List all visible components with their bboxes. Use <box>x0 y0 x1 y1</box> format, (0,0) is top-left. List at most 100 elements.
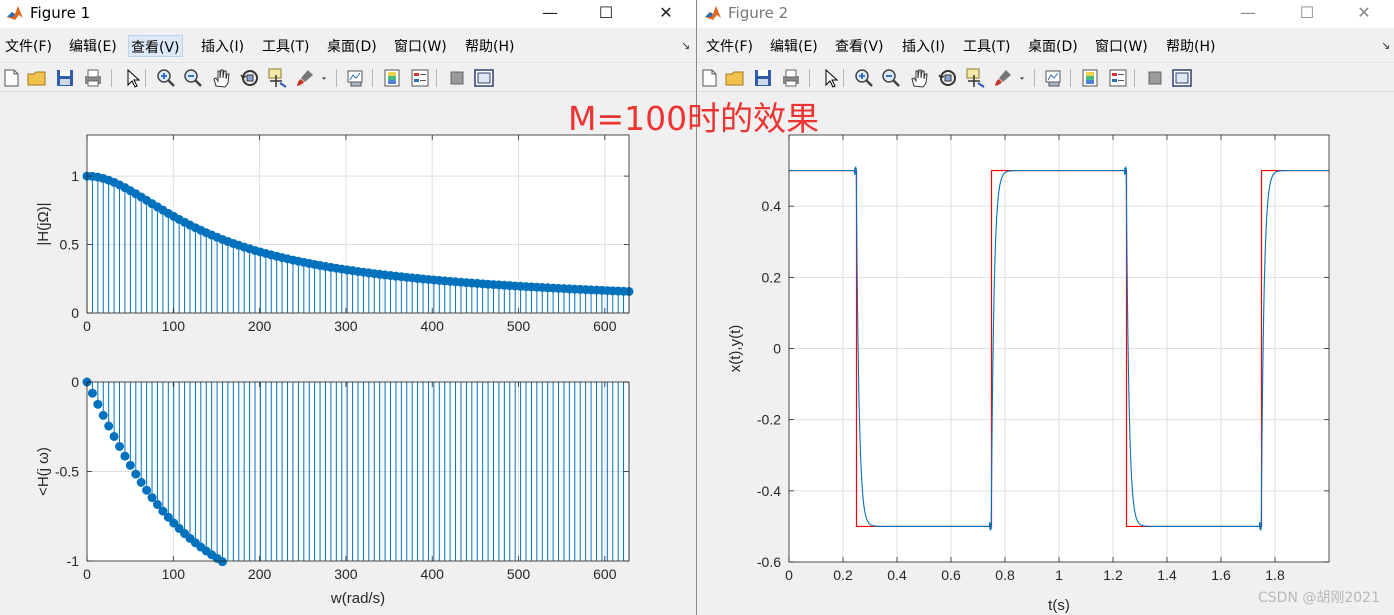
menu-insert[interactable]: 插入(I) <box>900 35 947 57</box>
x-tick-label: 200 <box>248 318 272 334</box>
x-tick-label: 0.2 <box>833 567 853 583</box>
new-figure-icon[interactable] <box>698 67 720 89</box>
stem-marker <box>131 469 141 479</box>
menu-tools[interactable]: 工具(T) <box>260 35 311 57</box>
toolbar-separator <box>436 69 437 87</box>
figure-1-canvas[interactable]: 0 100 200 300 400 500 600 0 0.5 1 |H(jΩ)| 0 100 200 30… <box>0 93 697 615</box>
menu-bar: 文件(F) 编辑(E) 查看(V) 插入(I) 工具(T) 桌面(D) 窗口(W… <box>698 32 1394 58</box>
menu-tools[interactable]: 工具(T) <box>961 35 1012 57</box>
print-icon[interactable] <box>82 67 104 89</box>
rotate-3d-icon[interactable] <box>239 67 261 89</box>
x-tick-label: 300 <box>334 566 358 582</box>
y-tick-label: 0 <box>773 341 781 357</box>
data-cursor-icon[interactable] <box>266 67 288 89</box>
toolbar-separator <box>843 69 844 87</box>
x-axis-label: t(s) <box>1048 597 1070 614</box>
x-tick-label: 1.8 <box>1265 567 1285 583</box>
toolbar-separator <box>1034 69 1035 87</box>
stem-marker <box>109 431 119 441</box>
legend-icon[interactable] <box>409 67 431 89</box>
figure-toolbar <box>698 62 1394 92</box>
menu-file[interactable]: 文件(F) <box>3 35 54 57</box>
new-figure-icon[interactable] <box>0 67 22 89</box>
brush-dropdown-icon[interactable] <box>1016 67 1028 89</box>
pointer-icon[interactable] <box>819 67 841 89</box>
matlab-logo-icon <box>6 4 24 22</box>
x-tick-label: 300 <box>334 318 358 334</box>
stem-marker <box>218 557 227 567</box>
pointer-icon[interactable] <box>121 67 143 89</box>
link-plot-icon[interactable] <box>1043 67 1065 89</box>
zoom-out-icon[interactable] <box>182 67 204 89</box>
stem-marker <box>136 477 146 487</box>
hide-plot-tools-icon[interactable] <box>446 67 468 89</box>
minimize-button[interactable]: — <box>1224 0 1272 28</box>
menu-help[interactable]: 帮助(H) <box>1164 35 1217 57</box>
menu-view[interactable]: 查看(V) <box>833 35 886 57</box>
figure-2-canvas[interactable]: 0 0.2 0.4 0.6 0.8 1 1.2 1.4 1.6 1.8 -0.6 -0.4 -0.2 0 0… <box>698 93 1394 615</box>
menu-desktop[interactable]: 桌面(D) <box>325 35 379 57</box>
title-bar[interactable]: Figure 2 — ☐ ✕ <box>698 0 1394 28</box>
window-title: Figure 2 <box>728 4 789 22</box>
open-icon[interactable] <box>724 67 746 89</box>
x-tick-label: 0 <box>83 566 91 582</box>
colorbar-icon[interactable] <box>381 67 403 89</box>
pan-icon[interactable] <box>908 67 930 89</box>
x-tick-label: 500 <box>507 318 531 334</box>
link-plot-icon[interactable] <box>345 67 367 89</box>
rotate-3d-icon[interactable] <box>937 67 959 89</box>
menu-edit[interactable]: 编辑(E) <box>768 35 820 57</box>
y-tick-label: -1 <box>67 553 80 569</box>
minimize-button[interactable]: — <box>526 0 574 28</box>
legend-icon[interactable] <box>1107 67 1129 89</box>
show-plot-tools-icon[interactable] <box>473 67 495 89</box>
menu-edit[interactable]: 编辑(E) <box>67 35 119 57</box>
brush-icon[interactable] <box>992 67 1014 89</box>
show-plot-tools-icon[interactable] <box>1171 67 1193 89</box>
y-tick-label: -0.2 <box>757 412 781 428</box>
zoom-in-icon[interactable] <box>853 67 875 89</box>
brush-dropdown-icon[interactable] <box>318 67 330 89</box>
x-tick-label: 0 <box>785 567 793 583</box>
y-axis-label: |H(jΩ)| <box>35 202 52 245</box>
save-icon[interactable] <box>752 67 774 89</box>
x-tick-label: 1.2 <box>1103 567 1123 583</box>
close-button[interactable]: ✕ <box>1340 0 1388 28</box>
x-tick-label: 1 <box>1055 567 1063 583</box>
zoom-out-icon[interactable] <box>880 67 902 89</box>
toolbar-separator <box>1070 69 1071 87</box>
menu-view[interactable]: 查看(V) <box>128 35 183 57</box>
stem-marker <box>142 485 152 495</box>
dock-arrow-icon[interactable]: ↘ <box>681 39 690 52</box>
close-button[interactable]: ✕ <box>642 0 690 28</box>
print-icon[interactable] <box>780 67 802 89</box>
brush-icon[interactable] <box>294 67 316 89</box>
open-icon[interactable] <box>26 67 48 89</box>
menu-file[interactable]: 文件(F) <box>704 35 755 57</box>
x-tick-label: 0.6 <box>941 567 961 583</box>
maximize-button[interactable]: ☐ <box>1283 0 1331 28</box>
pan-icon[interactable] <box>210 67 232 89</box>
stem-marker <box>115 442 125 452</box>
x-tick-label: 400 <box>421 318 445 334</box>
title-bar[interactable]: Figure 1 — ☐ ✕ <box>0 0 696 28</box>
toolbar-separator <box>336 69 337 87</box>
colorbar-icon[interactable] <box>1079 67 1101 89</box>
menu-window[interactable]: 窗口(W) <box>392 35 449 57</box>
menu-window[interactable]: 窗口(W) <box>1093 35 1150 57</box>
x-tick-label: 600 <box>593 566 617 582</box>
menu-help[interactable]: 帮助(H) <box>463 35 516 57</box>
y-tick-label: 0.4 <box>762 198 782 214</box>
menu-insert[interactable]: 插入(I) <box>199 35 246 57</box>
menu-desktop[interactable]: 桌面(D) <box>1026 35 1080 57</box>
save-icon[interactable] <box>54 67 76 89</box>
x-tick-label: 200 <box>248 566 272 582</box>
y-tick-label: 0.2 <box>762 269 782 285</box>
dock-arrow-icon[interactable]: ↘ <box>1381 39 1390 52</box>
toolbar-separator <box>1134 69 1135 87</box>
x-tick-label: 100 <box>162 318 186 334</box>
maximize-button[interactable]: ☐ <box>582 0 630 28</box>
data-cursor-icon[interactable] <box>964 67 986 89</box>
hide-plot-tools-icon[interactable] <box>1144 67 1166 89</box>
zoom-in-icon[interactable] <box>155 67 177 89</box>
